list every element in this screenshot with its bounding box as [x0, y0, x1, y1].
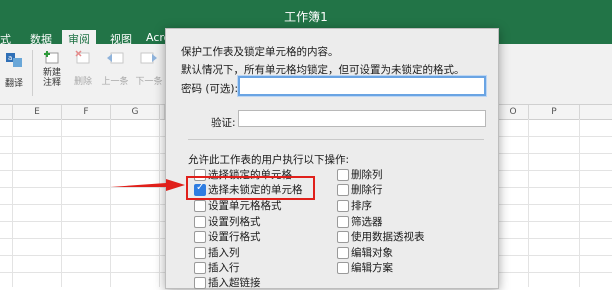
option-label: 设置行格式 [208, 231, 261, 243]
checkbox-delete-columns[interactable] [337, 169, 349, 181]
tab-review[interactable]: 审阅 [62, 30, 96, 46]
grid-line [579, 119, 580, 287]
option-label: 插入行 [208, 262, 240, 274]
grid-line [12, 119, 13, 287]
svg-text:a: a [8, 54, 12, 62]
protect-sheet-dialog: 保护工作表及锁定单元格的内容。 默认情况下，所有单元格均锁定，但可设置为未锁定的… [165, 28, 499, 289]
column-header-f[interactable]: F [62, 105, 111, 120]
option-label: 设置单元格格式 [208, 200, 282, 212]
previous-comment-button[interactable]: 上一条 [100, 50, 130, 87]
option-label: 排序 [351, 200, 372, 212]
checkbox-format-columns[interactable] [194, 216, 206, 228]
annotation-highlight-box [186, 176, 315, 200]
window-title: 工作簿1 [284, 10, 328, 24]
new-comment-icon [44, 51, 59, 64]
dialog-description: 默认情况下，所有单元格均锁定，但可设置为未锁定的格式。 [181, 64, 465, 76]
option-label: 筛选器 [351, 216, 383, 228]
option-label: 设置列格式 [208, 216, 261, 228]
delete-comment-icon [75, 50, 90, 64]
option-label: 删除列 [351, 169, 383, 181]
checkbox-use-pivottables[interactable] [337, 231, 349, 243]
delete-comment-button[interactable]: 删除 [70, 50, 96, 87]
password-input[interactable] [238, 76, 486, 96]
annotation-arrow-icon [110, 179, 185, 191]
checkbox-insert-columns[interactable] [194, 247, 206, 259]
grid-line [159, 119, 160, 287]
column-header-g[interactable]: G [111, 105, 160, 120]
column-header-p[interactable]: P [529, 105, 580, 120]
next-comment-icon [140, 52, 157, 64]
window-title-bar: 工作簿1 [0, 0, 612, 30]
verify-input[interactable] [238, 110, 486, 127]
grid-line [528, 119, 529, 287]
translate-label: 翻译 [4, 79, 23, 89]
option-label: 编辑对象 [351, 247, 393, 259]
grid-line [61, 119, 62, 287]
verify-label: 验证: [211, 117, 236, 129]
password-label: 密码 (可选): [181, 83, 239, 95]
new-comment-button[interactable]: 新建 注释 [38, 50, 66, 88]
checkbox-edit-objects[interactable] [337, 247, 349, 259]
checkbox-format-rows[interactable] [194, 231, 206, 243]
column-header[interactable] [580, 105, 612, 120]
grid-line [110, 119, 111, 287]
translate-button[interactable]: a 翻译 [2, 52, 26, 89]
previous-comment-icon [107, 52, 124, 64]
option-label: 删除行 [351, 184, 383, 196]
checkbox-filter[interactable] [337, 216, 349, 228]
checkbox-edit-scenarios[interactable] [337, 262, 349, 274]
column-header-e[interactable]: E [13, 105, 62, 120]
checkbox-delete-rows[interactable] [337, 184, 349, 196]
option-label: 插入列 [208, 247, 240, 259]
dialog-heading: 保护工作表及锁定单元格的内容。 [181, 46, 339, 58]
dialog-divider [188, 139, 484, 140]
delete-comment-label: 删除 [73, 77, 92, 87]
option-label: 编辑方案 [351, 262, 393, 274]
ribbon-separator [32, 50, 33, 96]
column-header[interactable] [0, 105, 13, 120]
next-comment-button[interactable]: 下一条 [134, 50, 164, 87]
checkbox-format-cells[interactable] [194, 200, 206, 212]
checkbox-insert-rows[interactable] [194, 262, 206, 274]
option-label: 插入超链接 [208, 277, 261, 289]
column-header-o[interactable]: O [498, 105, 529, 120]
checkbox-sort[interactable] [337, 200, 349, 212]
previous-comment-label: 上一条 [101, 77, 129, 87]
checkbox-insert-hyperlinks[interactable] [194, 277, 206, 289]
next-comment-label: 下一条 [135, 77, 163, 87]
allow-actions-heading: 允许此工作表的用户执行以下操作: [188, 154, 350, 166]
translate-icon: a [6, 53, 22, 67]
new-comment-label: 新建 注释 [42, 68, 61, 88]
option-label: 使用数据透视表 [351, 231, 425, 243]
